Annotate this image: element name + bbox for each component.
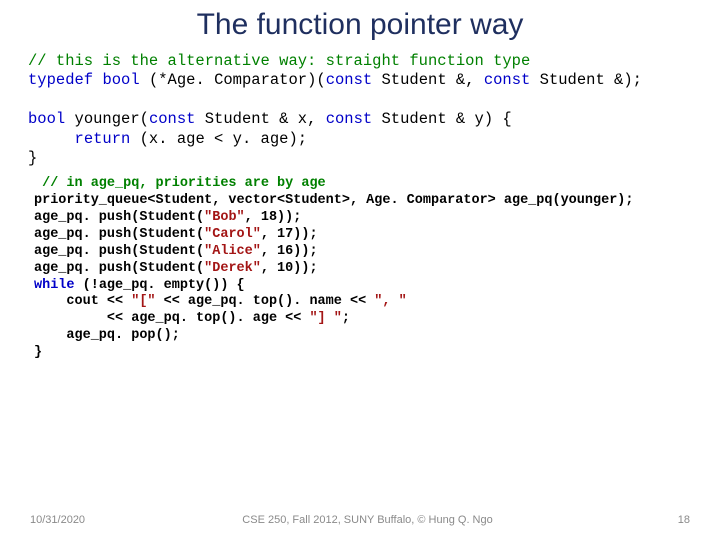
code-text: age_pq. push(Student( bbox=[34, 210, 204, 225]
code-text: (x. age < y. age); bbox=[130, 130, 307, 148]
code-text bbox=[28, 130, 75, 148]
footer-date: 10/31/2020 bbox=[30, 514, 85, 526]
code-text: (!age_pq. empty()) { bbox=[75, 278, 245, 293]
code-text: age_pq. push(Student( bbox=[34, 244, 204, 259]
slide-title: The function pointer way bbox=[0, 0, 720, 52]
keyword: const bbox=[326, 110, 373, 128]
code-text: , 18)); bbox=[245, 210, 302, 225]
code-text: , 16)); bbox=[261, 244, 318, 259]
string: "[" bbox=[131, 294, 155, 309]
string: "Derek" bbox=[204, 261, 261, 276]
code-text: younger( bbox=[65, 110, 149, 128]
code-text: (*Age. Comparator)( bbox=[140, 71, 326, 89]
keyword: const bbox=[484, 71, 531, 89]
footer-page-number: 18 bbox=[650, 514, 690, 526]
code-text: } bbox=[28, 149, 37, 167]
keyword: bool bbox=[102, 71, 139, 89]
code-block-bottom: // in age_pq, priorities are by age prio… bbox=[0, 168, 720, 362]
keyword: while bbox=[34, 278, 75, 293]
code-text: Student &, bbox=[372, 71, 484, 89]
keyword: const bbox=[149, 110, 196, 128]
code-text: age_pq. pop(); bbox=[34, 328, 180, 343]
keyword: const bbox=[326, 71, 373, 89]
code-text: age_pq. push(Student( bbox=[34, 227, 204, 242]
code-text: cout << bbox=[34, 294, 131, 309]
code-text: << age_pq. top(). age << bbox=[34, 311, 309, 326]
code-text: Student & y) { bbox=[372, 110, 512, 128]
code-text: << age_pq. top(). name << bbox=[156, 294, 375, 309]
keyword: bool bbox=[28, 110, 65, 128]
code-text: Student &); bbox=[530, 71, 642, 89]
string: "Carol" bbox=[204, 227, 261, 242]
code-text: , 17)); bbox=[261, 227, 318, 242]
footer: 10/31/2020 CSE 250, Fall 2012, SUNY Buff… bbox=[0, 514, 720, 526]
keyword: typedef bbox=[28, 71, 93, 89]
code-text: age_pq. push(Student( bbox=[34, 261, 204, 276]
code-text: } bbox=[34, 345, 42, 360]
string: "Bob" bbox=[204, 210, 245, 225]
string: "] " bbox=[309, 311, 341, 326]
comment: // this is the alternative way: straight… bbox=[28, 52, 530, 70]
code-block-top: // this is the alternative way: straight… bbox=[0, 52, 720, 168]
code-text: priority_queue<Student, vector<Student>,… bbox=[34, 193, 634, 208]
string: "Alice" bbox=[204, 244, 261, 259]
code-text: , 10)); bbox=[261, 261, 318, 276]
comment: // in age_pq, priorities are by age bbox=[34, 176, 326, 191]
footer-course: CSE 250, Fall 2012, SUNY Buffalo, © Hung… bbox=[85, 514, 650, 526]
code-text: ; bbox=[342, 311, 350, 326]
string: ", " bbox=[374, 294, 406, 309]
keyword: return bbox=[75, 130, 131, 148]
code-text: Student & x, bbox=[195, 110, 325, 128]
